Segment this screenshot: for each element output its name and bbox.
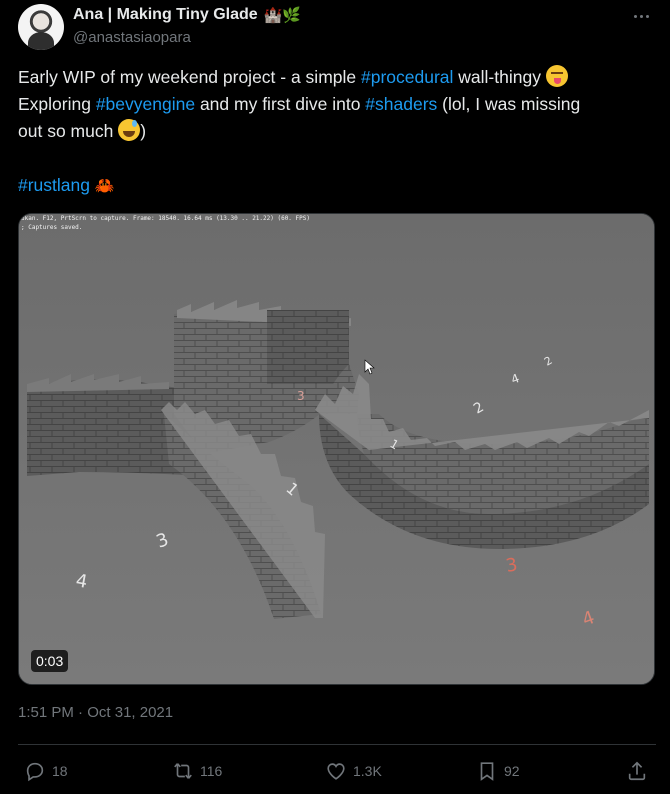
- more-icon: [633, 14, 637, 18]
- hashtag-shaders[interactable]: #shaders: [365, 94, 437, 114]
- hashtag-procedural[interactable]: #procedural: [361, 67, 453, 87]
- bookmark-icon: [480, 762, 494, 781]
- divider: [18, 744, 656, 745]
- more-options-button[interactable]: [630, 6, 652, 26]
- hashtag-rustlang[interactable]: #rustlang: [18, 175, 90, 195]
- like-button[interactable]: 1.3K: [325, 760, 382, 782]
- tweet-line-2: Exploring #bevyengine and my first dive …: [18, 94, 581, 114]
- tweet-line-4: #rustlang 🦀: [18, 172, 658, 200]
- video-duration-badge: 0:03: [31, 650, 69, 672]
- tweet-text: Early WIP of my weekend project - a simp…: [18, 64, 658, 200]
- bookmark-count: 92: [504, 763, 520, 779]
- timestamp-separator: ·: [78, 704, 84, 721]
- share-button[interactable]: [626, 760, 648, 782]
- timestamp-time[interactable]: 1:51 PM: [18, 704, 74, 721]
- tweet-line-3: out so much ): [18, 119, 147, 141]
- action-bar: 18 116 1.3K 92: [0, 756, 670, 788]
- crab-emoji: 🦀: [94, 178, 115, 195]
- reply-count: 18: [52, 763, 68, 779]
- video-player[interactable]: 3 4 3 2 1 3 4 1 2 4 ukan. F12, PrtScrn t…: [18, 213, 655, 685]
- debug-overlay: ukan. F12, PrtScrn to capture. Frame: 18…: [21, 215, 310, 231]
- video-frame: 3 4 3 2 1 3 4 1 2 4: [19, 214, 654, 684]
- bookmark-button[interactable]: 92: [476, 760, 520, 782]
- repost-button[interactable]: 116: [172, 760, 222, 782]
- tweet-timestamp[interactable]: 1:51 PM · Oct 31, 2021: [18, 704, 173, 721]
- reply-icon: [26, 762, 44, 782]
- ground-number: 3: [297, 389, 305, 403]
- author-avatar[interactable]: [18, 4, 64, 50]
- author-name-row: Ana | Making Tiny Glade 🏰🌿: [73, 6, 301, 24]
- like-icon: [327, 763, 345, 780]
- author-name-emoji: 🏰🌿: [263, 6, 302, 24]
- repost-count: 116: [200, 763, 223, 779]
- timestamp-date[interactable]: Oct 31, 2021: [87, 704, 173, 721]
- squinting-tongue-emoji: [545, 65, 568, 87]
- hashtag-bevyengine[interactable]: #bevyengine: [96, 94, 195, 114]
- author-display-name[interactable]: Ana | Making Tiny Glade: [73, 6, 258, 24]
- repost-icon: [174, 763, 192, 779]
- tweet-line-1: Early WIP of my weekend project - a simp…: [18, 64, 658, 91]
- author-handle[interactable]: @anastasiaopara: [73, 29, 191, 46]
- share-icon: [628, 761, 646, 781]
- sweat-smile-emoji: [118, 119, 141, 141]
- like-count: 1.3K: [353, 763, 382, 779]
- reply-button[interactable]: 18: [24, 760, 68, 782]
